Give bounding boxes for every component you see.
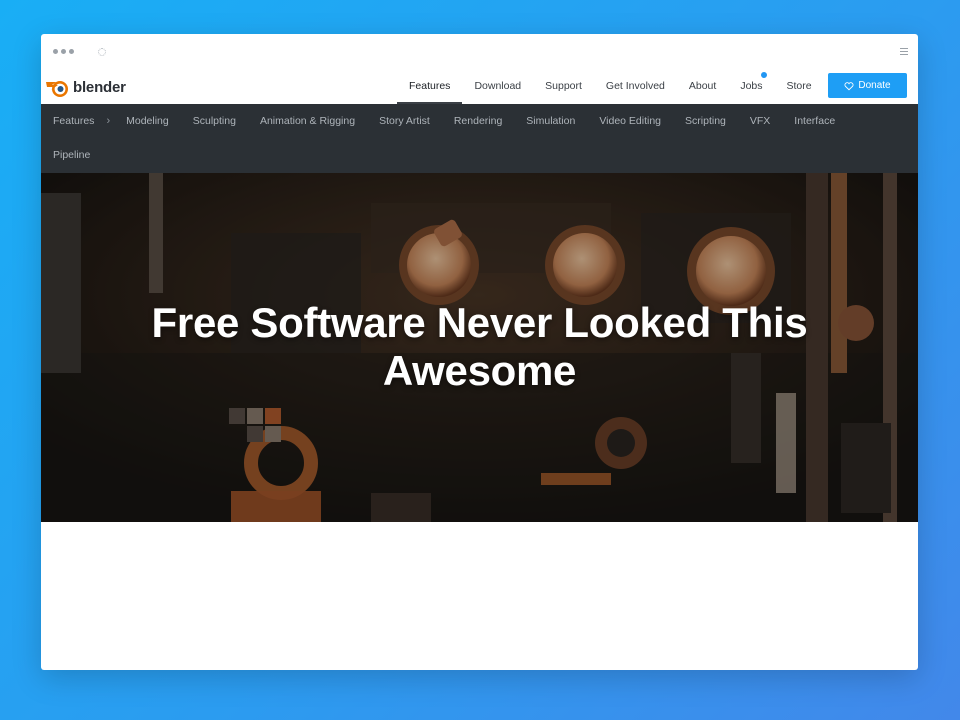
nav-link-about[interactable]: About	[677, 68, 728, 104]
subnav-row-2: Pipeline	[41, 138, 102, 172]
subnav-item-pipeline[interactable]: Pipeline	[41, 149, 102, 161]
logo-text: blender	[73, 78, 126, 96]
subnav-root-features[interactable]: Features	[41, 115, 100, 127]
hero-headline-line1: Free Software Never Looked This	[151, 299, 808, 346]
subnav-item-scripting[interactable]: Scripting	[673, 115, 738, 127]
subnav-item-simulation[interactable]: Simulation	[514, 115, 587, 127]
nav-link-jobs[interactable]: Jobs	[740, 80, 762, 92]
subnav-item-modeling[interactable]: Modeling	[114, 115, 181, 127]
browser-chrome	[41, 34, 918, 68]
hero-banner: Free Software Never Looked This Awesome	[41, 173, 918, 522]
notification-dot-icon	[760, 72, 767, 78]
nav-links: Features Download Support Get Involved A…	[397, 68, 824, 104]
nav-link-support[interactable]: Support	[533, 68, 594, 104]
subnav-item-video-editing[interactable]: Video Editing	[587, 115, 673, 127]
donate-label: Donate	[858, 80, 891, 91]
hero-headline-line2: Awesome	[382, 347, 577, 394]
nav-link-store[interactable]: Store	[775, 68, 824, 104]
subnav-item-rendering[interactable]: Rendering	[442, 115, 514, 127]
blender-logo-icon	[46, 81, 68, 97]
loading-spinner-icon	[98, 48, 106, 56]
window-controls[interactable]	[53, 49, 74, 54]
donate-button[interactable]: Donate	[828, 73, 907, 98]
features-subnav: Features › Modeling Sculpting Animation …	[41, 104, 918, 173]
nav-link-get-involved[interactable]: Get Involved	[594, 68, 677, 104]
hamburger-menu-icon[interactable]	[900, 48, 908, 57]
hero-headline: Free Software Never Looked This Awesome	[41, 299, 918, 395]
chevron-right-icon: ›	[106, 115, 111, 127]
browser-window: blender Features Download Support Get In…	[41, 34, 918, 670]
top-navbar: blender Features Download Support Get In…	[41, 68, 918, 104]
maximize-dot-icon[interactable]	[69, 49, 74, 54]
nav-link-download[interactable]: Download	[462, 68, 533, 104]
minimize-dot-icon[interactable]	[61, 49, 66, 54]
close-dot-icon[interactable]	[53, 49, 58, 54]
nav-link-jobs-wrap[interactable]: Jobs	[728, 68, 774, 104]
blender-logo[interactable]: blender	[45, 76, 126, 98]
subnav-item-interface[interactable]: Interface	[782, 115, 847, 127]
subnav-row-1: Features › Modeling Sculpting Animation …	[41, 104, 847, 138]
subnav-item-animation-rigging[interactable]: Animation & Rigging	[248, 115, 367, 127]
heart-icon	[844, 81, 854, 90]
subnav-item-sculpting[interactable]: Sculpting	[181, 115, 248, 127]
subnav-item-vfx[interactable]: VFX	[738, 115, 782, 127]
nav-link-features[interactable]: Features	[397, 68, 463, 104]
subnav-item-story-artist[interactable]: Story Artist	[367, 115, 442, 127]
